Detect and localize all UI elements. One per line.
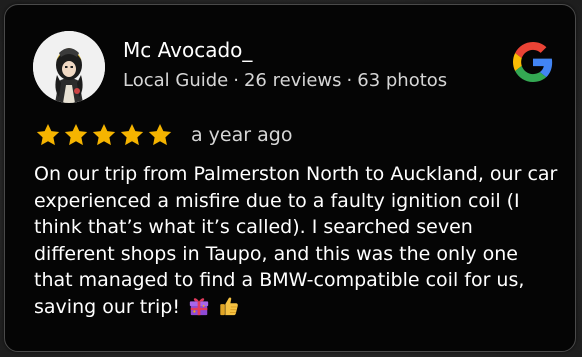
reviewer-name[interactable]: Mc Avocado_ [123,38,252,62]
meta-separator: · [233,70,239,91]
local-guide-badge: Local Guide [123,70,229,91]
meta-separator: · [346,70,353,91]
review-time: a year ago [191,124,293,146]
review-text: On our trip from Palmerston North to Auc… [34,161,559,320]
star-icon [91,122,117,148]
thumbs-up-emoji [218,295,240,317]
gift-emoji [188,295,210,317]
avatar-image [33,31,105,103]
star-icon [35,122,61,148]
review-count: 26 reviews [243,70,342,91]
star-icon [119,122,145,148]
rating-row: a year ago [35,120,292,150]
star-icon [63,122,89,148]
review-card: Mc Avocado_ Local Guide · 26 reviews · 63 ph… [4,4,576,352]
google-logo-icon [513,42,553,82]
avatar[interactable] [33,31,105,103]
photo-count: 63 photos [357,70,448,91]
review-body: On our trip from Palmerston North to Auc… [34,163,558,318]
star-rating [35,122,175,148]
reviewer-meta: Local Guide · 26 reviews · 63 photos [123,70,447,91]
star-icon [147,122,173,148]
